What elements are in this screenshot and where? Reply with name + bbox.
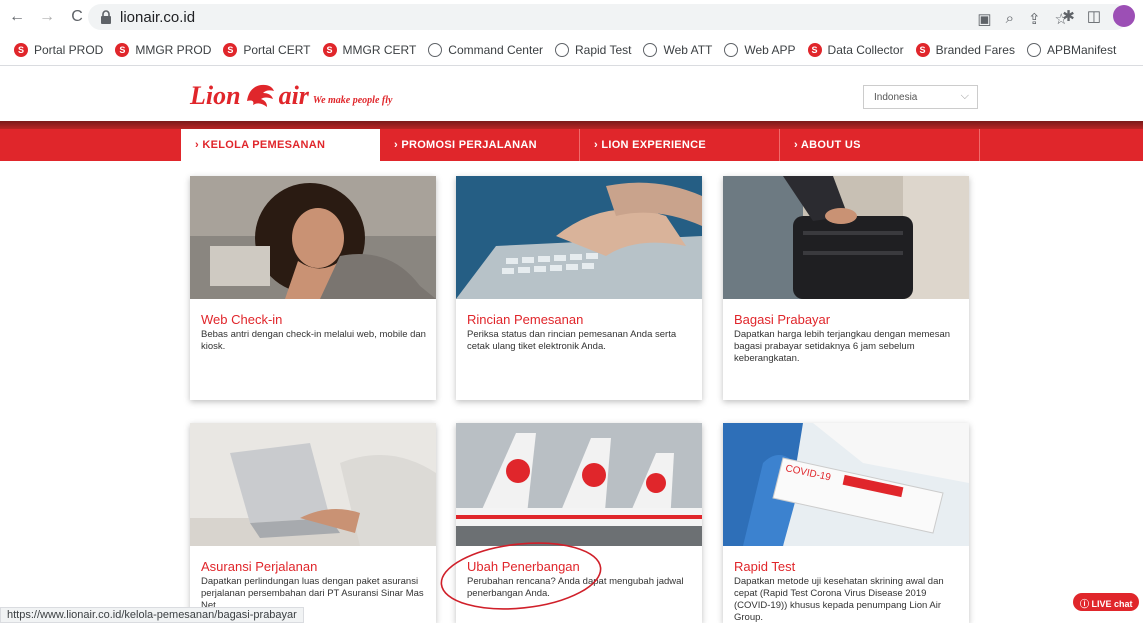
bookmark-label: Web APP <box>744 42 796 57</box>
share-icon[interactable]: ⇪ <box>1028 10 1041 28</box>
bookmark-label: Data Collector <box>827 42 904 57</box>
bookmark-label: Portal CERT <box>243 42 311 57</box>
address-bar[interactable]: lionair.co.id ▣ ⌕ ⇪ ☆ <box>88 4 1128 30</box>
side-panel-icon[interactable]: ◫ <box>1087 7 1101 25</box>
asuransi-perjalanan-photo <box>190 423 436 546</box>
live-chat-label: LIVE chat <box>1091 599 1133 609</box>
menu-lion-experience[interactable]: › LION EXPERIENCE <box>580 129 780 161</box>
card-title[interactable]: Ubah Penerbangan <box>467 559 702 574</box>
chevron-down-icon: ⌵ <box>960 90 969 102</box>
lock-icon <box>101 10 111 24</box>
bookmark-label: APBManifest <box>1046 42 1117 57</box>
bookmark-label: MMGR PROD <box>135 42 212 57</box>
bookmark-label: MMGR CERT <box>342 42 417 57</box>
globe-icon <box>1026 42 1041 57</box>
card-title[interactable]: Rincian Pemesanan <box>467 312 702 327</box>
ubah-penerbangan-photo <box>456 423 702 546</box>
card-rapid-test[interactable]: COVID-19 Rapid Test Dapatkan metode uji … <box>723 423 969 623</box>
menu-kelola-pemesanan[interactable]: › KELOLA PEMESANAN <box>181 129 380 161</box>
card-asuransi-perjalanan[interactable]: Asuransi Perjalanan Dapatkan perlindunga… <box>190 423 436 623</box>
profile-avatar[interactable] <box>1113 5 1135 27</box>
card-title[interactable]: Bagasi Prabayar <box>734 312 969 327</box>
logo-word-lion: Lion <box>190 81 241 110</box>
zoom-icon[interactable]: ⌕ <box>1006 10 1014 28</box>
forward-arrow-icon[interactable]: → <box>36 6 58 28</box>
language-select[interactable]: Indonesia ⌵ <box>863 85 978 109</box>
bookmark-label: Command Center <box>448 42 543 57</box>
live-chat-button[interactable]: ⓘ LIVE chat <box>1073 593 1139 611</box>
bagasi-prabayar-photo <box>723 176 969 299</box>
site-header: Lion air We make people fly Indonesia ⌵ <box>0 67 1143 123</box>
card-title[interactable]: Web Check-in <box>201 312 436 327</box>
globe-icon <box>428 42 443 57</box>
bookmark-item[interactable]: S MMGR PROD <box>115 42 212 57</box>
globe-icon <box>643 42 658 57</box>
bookmark-item[interactable]: Web APP <box>724 42 796 57</box>
lion-head-icon <box>246 84 274 107</box>
bookmark-item[interactable]: Web ATT <box>643 42 713 57</box>
rapid-test-photo: COVID-19 <box>723 423 969 546</box>
lion-air-logo[interactable]: Lion air We make people fly <box>190 81 392 109</box>
bookmarks-bar: S Portal PROD S MMGR PROD S Portal CERT S MMGR … <box>0 34 1143 66</box>
reload-icon[interactable]: C <box>66 6 88 28</box>
card-title[interactable]: Asuransi Perjalanan <box>201 559 436 574</box>
card-title[interactable]: Rapid Test <box>734 559 969 574</box>
card-description: Perubahan rencana? Anda dapat mengubah j… <box>467 576 684 599</box>
lion-red-icon: S <box>322 42 337 57</box>
card-description: Dapatkan harga lebih terjangkau dengan m… <box>734 329 951 364</box>
bookmark-item[interactable]: Command Center <box>428 42 543 57</box>
header-stripe <box>0 121 1143 129</box>
bookmark-item[interactable]: S Data Collector <box>807 42 904 57</box>
card-web-check-in[interactable]: Web Check-in Bebas antri dengan check-in… <box>190 176 436 400</box>
menu-promosi-perjalanan[interactable]: › PROMOSI PERJALANAN <box>380 129 580 161</box>
translate-icon[interactable]: ▣ <box>977 10 991 28</box>
bookmark-label: Branded Fares <box>935 42 1015 57</box>
web-check-in-photo <box>190 176 436 299</box>
status-bar-url: https://www.lionair.co.id/kelola-pemesan… <box>0 607 304 623</box>
bookmark-item[interactable]: Rapid Test <box>555 42 632 57</box>
extensions-icon[interactable]: ✱ <box>1062 7 1075 25</box>
card-rincian-pemesanan[interactable]: Rincian Pemesanan Periksa status dan rin… <box>456 176 702 400</box>
card-description: Periksa status dan rincian pemesanan And… <box>467 329 677 352</box>
help-icon: ⓘ <box>1080 599 1092 609</box>
globe-icon <box>724 42 739 57</box>
bookmark-label: Rapid Test <box>575 42 632 57</box>
bookmark-item[interactable]: S Portal PROD <box>14 42 104 57</box>
menu-about-us[interactable]: › ABOUT US <box>780 129 980 161</box>
bookmark-item[interactable]: S Branded Fares <box>915 42 1015 57</box>
bookmark-item[interactable]: S Portal CERT <box>223 42 311 57</box>
bookmark-label: Web ATT <box>663 42 713 57</box>
bookmark-item[interactable]: APBManifest <box>1026 42 1117 57</box>
back-arrow-icon[interactable]: ← <box>6 6 28 28</box>
lion-red-icon: S <box>223 42 238 57</box>
browser-toolbar: ← → C lionair.co.id ▣ ⌕ ⇪ ☆ ✱ ◫ <box>0 0 1143 34</box>
lion-red-icon: S <box>807 42 822 57</box>
card-bagasi-prabayar[interactable]: Bagasi Prabayar Dapatkan harga lebih ter… <box>723 176 969 400</box>
url-text: lionair.co.id <box>120 8 196 26</box>
lion-red-icon: S <box>915 42 930 57</box>
main-menu: › KELOLA PEMESANAN › PROMOSI PERJALANAN … <box>0 129 1143 161</box>
card-ubah-penerbangan[interactable]: Ubah Penerbangan Perubahan rencana? Anda… <box>456 423 702 623</box>
logo-tagline: We make people fly <box>312 95 393 106</box>
bookmark-item[interactable]: S MMGR CERT <box>322 42 417 57</box>
language-value: Indonesia <box>874 92 918 103</box>
card-description: Dapatkan metode uji kesehatan skrining a… <box>734 576 944 623</box>
logo-word-air: air <box>278 81 309 110</box>
bookmark-label: Portal PROD <box>34 42 104 57</box>
rincian-pemesanan-photo <box>456 176 702 299</box>
lion-red-icon: S <box>115 42 130 57</box>
card-description: Bebas antri dengan check-in melalui web,… <box>201 329 426 352</box>
lion-red-icon: S <box>14 42 28 57</box>
globe-icon <box>555 42 569 57</box>
